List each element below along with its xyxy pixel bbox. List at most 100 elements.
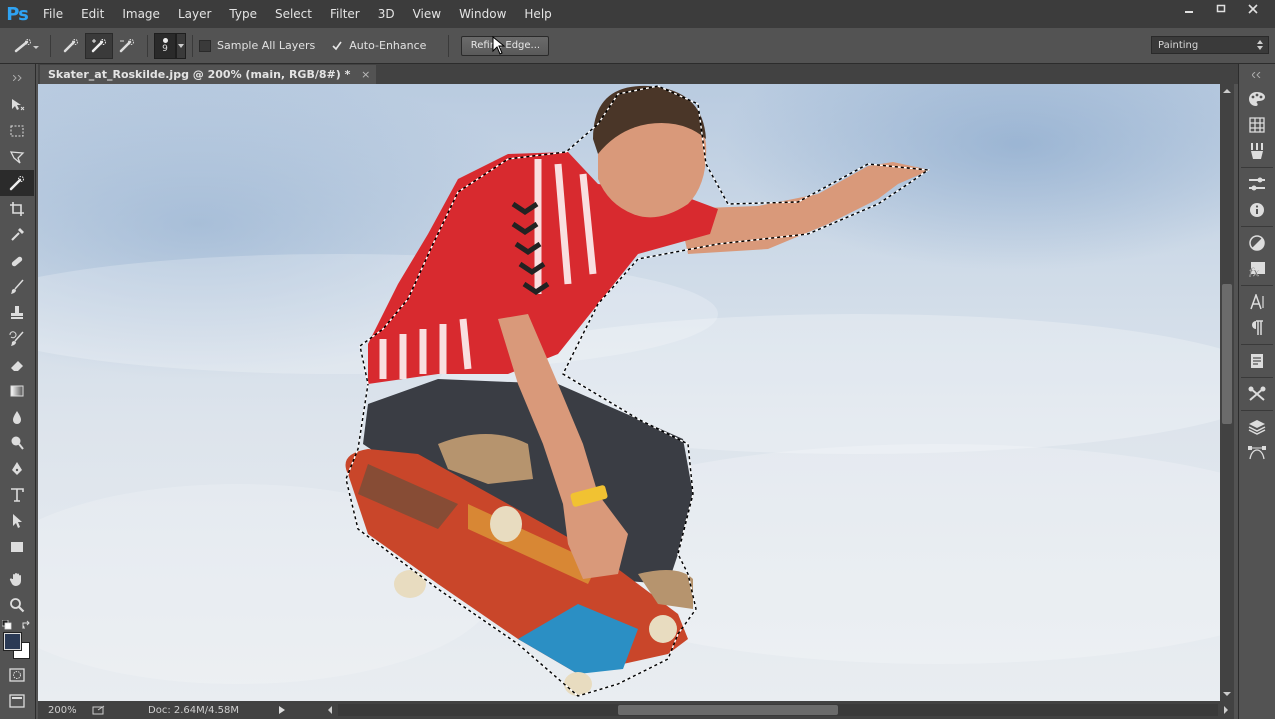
menu-window[interactable]: Window [450,0,515,28]
dodge-tool[interactable] [0,430,34,456]
horizontal-scrollbar[interactable] [328,704,1228,716]
eraser-tool[interactable] [0,352,34,378]
eyedropper-tool[interactable] [0,222,34,248]
info-panel-button[interactable] [1239,197,1275,223]
quick-selection-tool[interactable] [0,170,34,196]
menu-file[interactable]: File [34,0,72,28]
auto-enhance-checkbox[interactable] [331,40,343,52]
screen-mode-button[interactable] [0,688,34,714]
brush-picker-dropdown[interactable] [176,32,186,59]
panels-collapse-handle[interactable] [1239,64,1275,86]
crop-tool[interactable] [0,196,34,222]
divider [448,34,450,57]
scroll-left-icon[interactable] [326,704,334,716]
document-canvas[interactable] [38,84,1220,701]
marquee-tool[interactable] [0,118,34,144]
brush-tool[interactable] [0,274,34,300]
subtract-from-selection-mode[interactable] [113,33,141,59]
path-selection-tool[interactable] [0,508,34,534]
styles-panel-button[interactable] [1239,230,1275,256]
foreground-color-swatch[interactable] [3,632,22,651]
swap-colors-icon[interactable] [22,620,32,630]
scroll-up-icon[interactable] [1220,86,1234,96]
move-tool[interactable] [0,92,34,118]
quick-mask-button[interactable] [0,662,34,688]
menu-image[interactable]: Image [113,0,169,28]
brush-size-picker[interactable]: 9 [154,32,176,59]
skater-photo [38,85,1220,697]
tool-preset-picker[interactable] [8,33,44,59]
new-selection-mode[interactable] [57,33,85,59]
vertical-scroll-thumb[interactable] [1222,284,1232,424]
minimize-button[interactable] [1173,0,1205,18]
auto-enhance-label: Auto-Enhance [349,39,427,52]
workspace-switcher[interactable]: Painting [1151,36,1269,54]
notes-panel-button[interactable] [1239,348,1275,374]
blur-icon [13,411,21,424]
zoom-level[interactable]: 200% [48,705,86,716]
adjustments-panel-button[interactable] [1239,171,1275,197]
vertical-scrollbar[interactable] [1220,84,1234,701]
menu-view[interactable]: View [404,0,450,28]
scroll-down-icon[interactable] [1220,689,1234,699]
menu-filter[interactable]: Filter [321,0,369,28]
color-swatches [0,618,35,662]
menu-layer[interactable]: Layer [169,0,220,28]
color-panel-button[interactable] [1239,86,1275,112]
clone-stamp-tool[interactable] [0,300,34,326]
auto-enhance-option[interactable]: Auto-Enhance [331,39,426,52]
layers-panel-button[interactable] [1239,414,1275,440]
character-panel-button[interactable] [1239,289,1275,315]
tools-collapse-handle[interactable] [0,64,35,92]
swatches-panel-button[interactable] [1239,112,1275,138]
type-tool[interactable] [0,482,34,508]
styles-icon [1249,235,1265,251]
path-selection-icon [13,514,22,528]
paragraph-panel-button[interactable] [1239,315,1275,341]
paths-panel-button[interactable] [1239,440,1275,466]
add-to-selection-mode[interactable] [85,32,113,59]
fx-panel-button[interactable]: fx [1239,256,1275,282]
close-window-button[interactable] [1237,0,1269,18]
menu-select[interactable]: Select [266,0,321,28]
marquee-icon [10,125,24,137]
hand-tool[interactable] [0,566,34,592]
status-menu-arrow-icon[interactable] [278,705,286,715]
document-tab[interactable]: Skater_at_Roskilde.jpg @ 200% (main, RGB… [40,65,377,84]
type-icon [11,488,24,502]
tool-presets-panel-button[interactable] [1239,381,1275,407]
lasso-tool[interactable] [0,144,34,170]
history-brush-tool[interactable] [0,326,34,352]
scroll-right-icon[interactable] [1222,704,1230,716]
menu-edit[interactable]: Edit [72,0,113,28]
close-tab-icon[interactable]: × [361,65,370,84]
brushes-panel-button[interactable] [1239,138,1275,164]
menu-3d[interactable]: 3D [369,0,404,28]
quick-selection-icon [14,38,39,52]
brush-dot-icon [162,37,168,43]
tools-presets-icon [1248,386,1266,401]
history-brush-icon [9,331,24,346]
eyedropper-icon [11,228,24,241]
paths-icon [1248,446,1266,460]
gradient-tool[interactable] [0,378,34,404]
menu-help[interactable]: Help [515,0,560,28]
menu-type[interactable]: Type [220,0,266,28]
horizontal-scroll-thumb[interactable] [618,705,838,715]
rectangle-tool[interactable] [0,534,34,560]
document-tab-title: Skater_at_Roskilde.jpg @ 200% (main, RGB… [48,68,351,81]
zoom-tool[interactable] [0,592,34,618]
pen-tool[interactable] [0,456,34,482]
sample-all-layers-option[interactable]: Sample All Layers [199,39,315,52]
dodge-icon [11,436,24,450]
document-size-info: Doc: 2.64M/4.58M [148,704,240,716]
mouse-cursor-icon [492,36,506,55]
blur-tool[interactable] [0,404,34,430]
share-icon[interactable] [92,705,106,715]
sample-all-layers-checkbox[interactable] [199,39,211,52]
divider [192,34,193,57]
layers-icon [1248,420,1266,435]
default-colors-icon[interactable] [2,620,12,630]
restore-button[interactable] [1205,0,1237,18]
healing-brush-tool[interactable] [0,248,34,274]
